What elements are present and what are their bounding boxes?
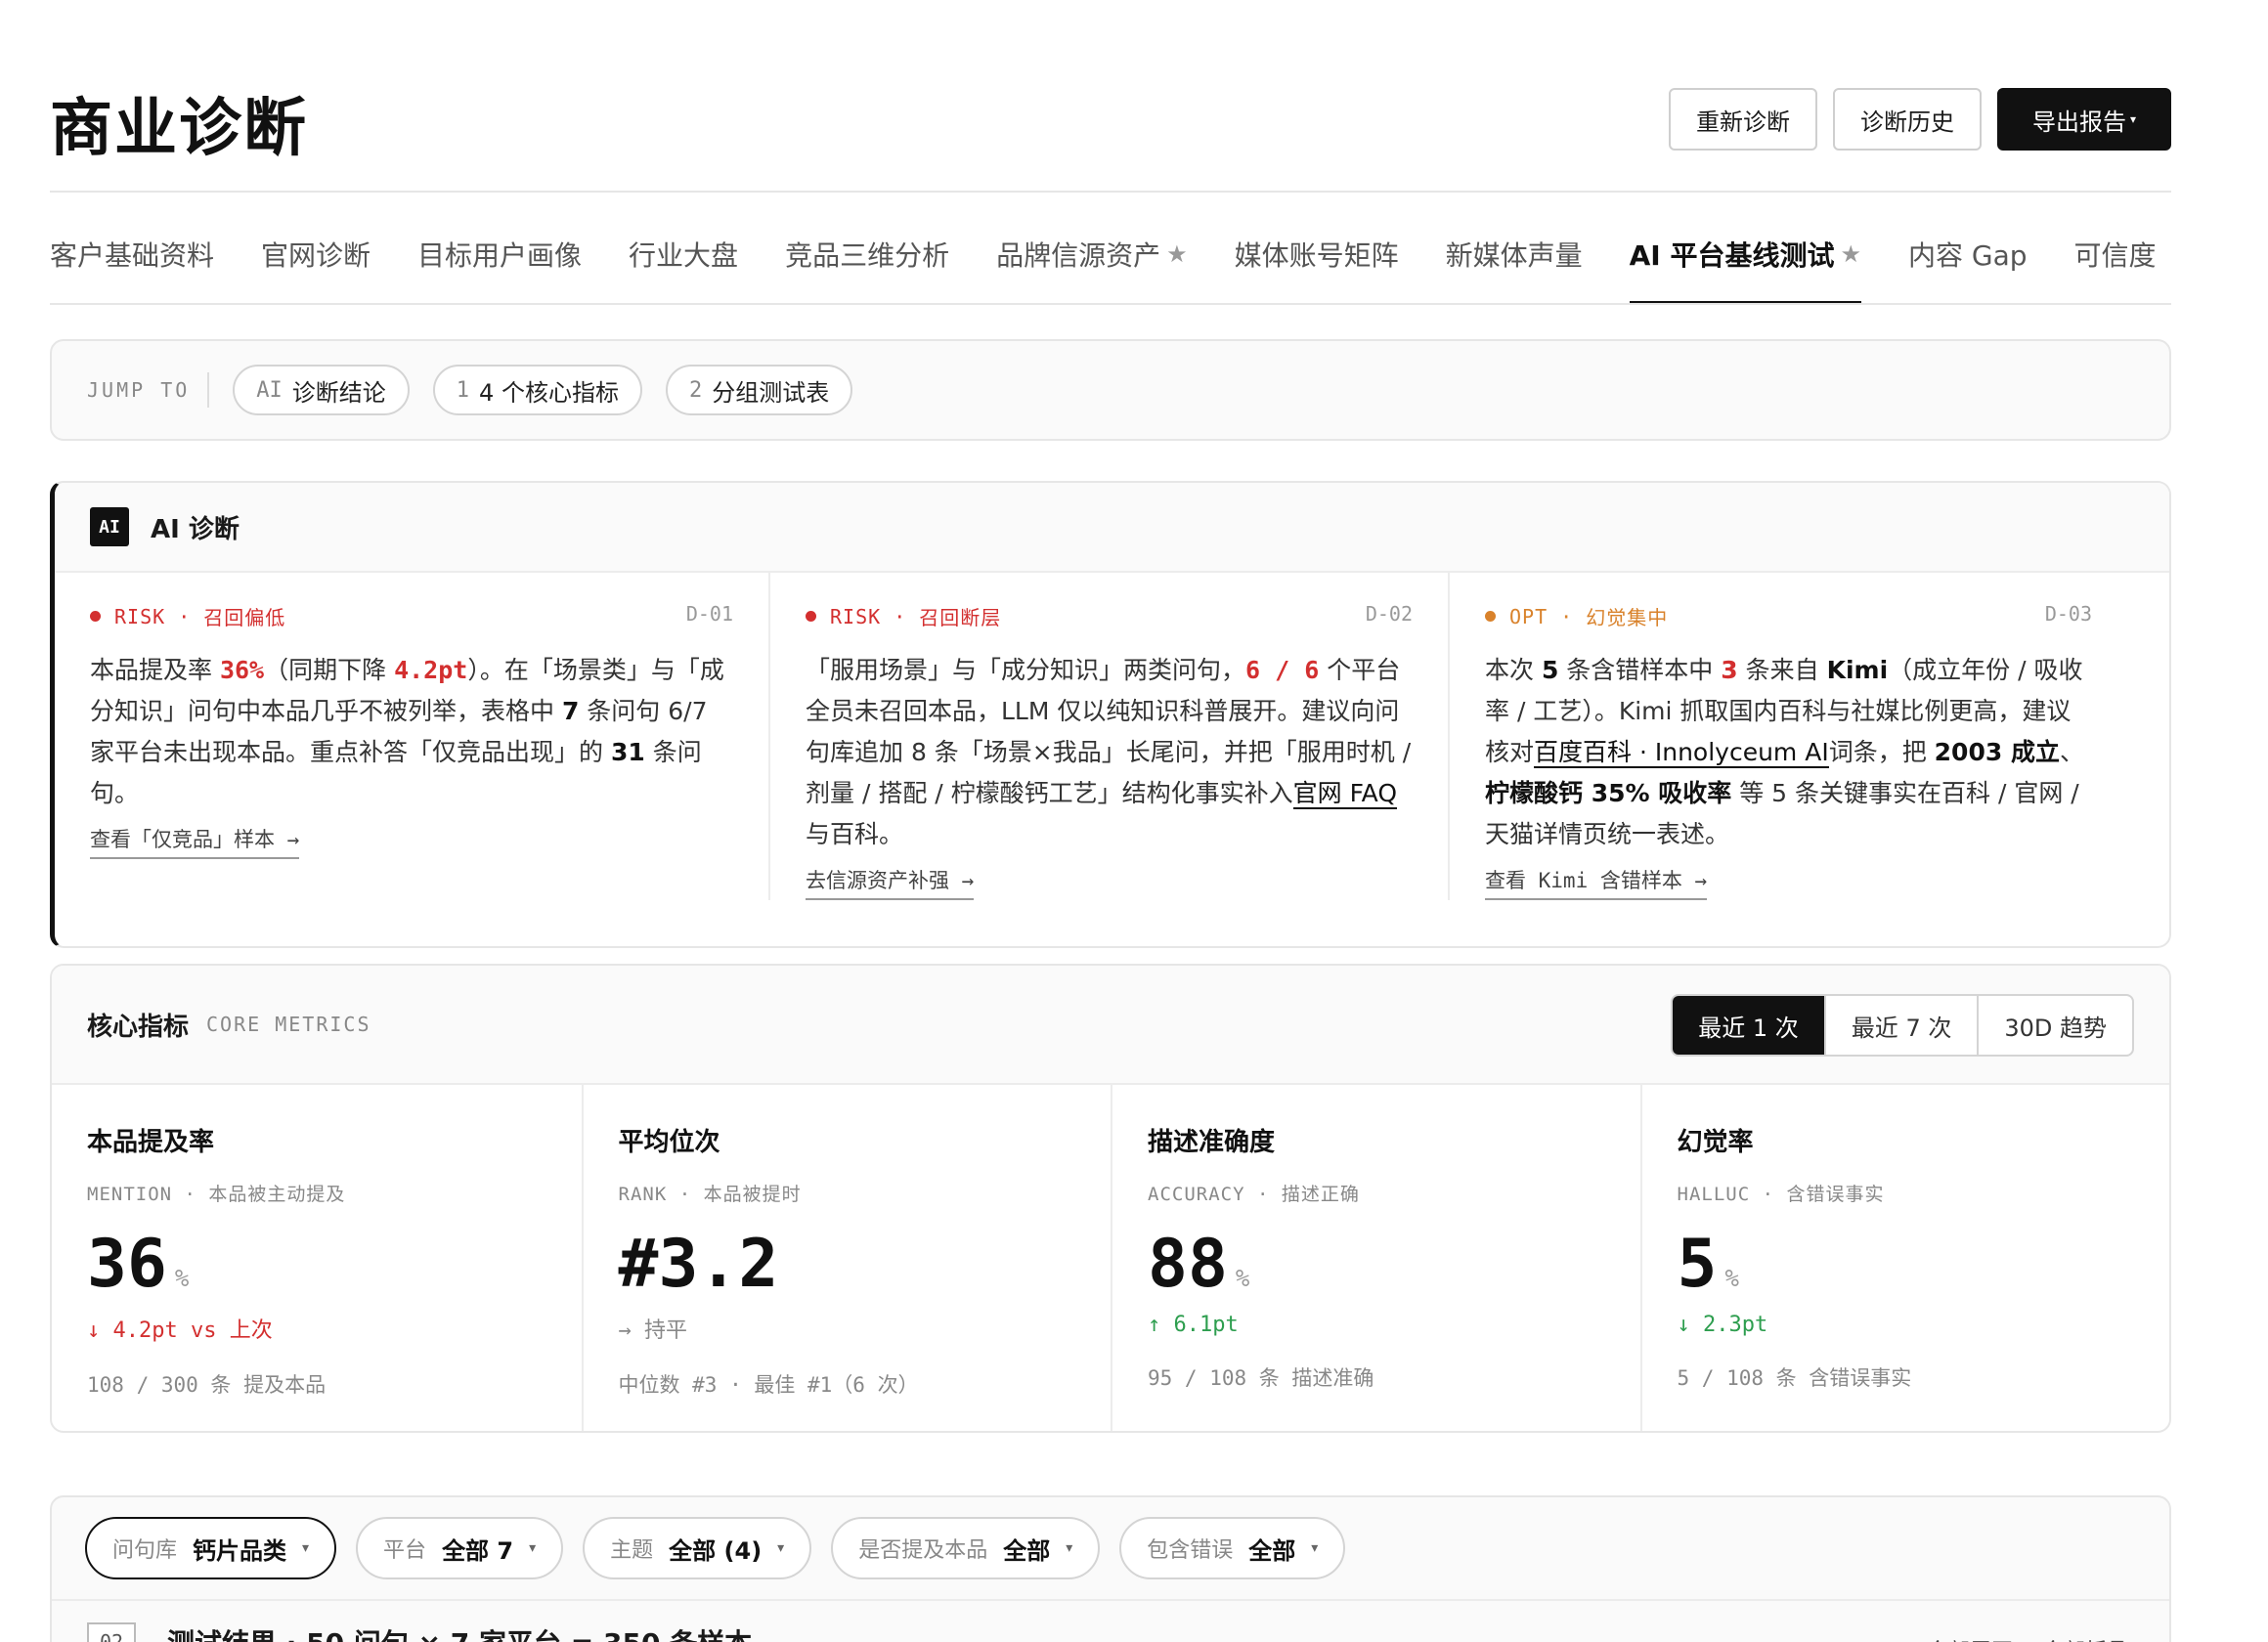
risk-tag: RISK · 召回偏低 [90, 602, 733, 630]
filter-row: 问句库 钙片品类 ▾ 平台 全部 7 ▾ 主题 全部 (4) ▾ 是否提及本品 全部 ▾ 包含错… [52, 1497, 2169, 1579]
metric-rank: 平均位次 RANK · 本品被提时 #3.2 → 持平 中位数 #3 · 最佳 … [581, 1085, 1112, 1431]
ai-badge-icon: AI [90, 507, 129, 546]
dot-icon [1485, 611, 1496, 622]
core-metrics-header: 核心指标 CORE METRICS 最近 1 次 最近 7 次 30D 趋势 [52, 966, 2169, 1085]
results-actions: 全部展开 全部折叠 [1927, 1634, 2128, 1642]
diagnosis-text: 「服用场景」与「成分知识」两类问句，6 / 6 个平台全员未召回本品，LLM 仅… [806, 656, 1412, 848]
page-title: 商业诊断 [50, 93, 308, 165]
risk-tag: RISK · 召回断层 [806, 602, 1413, 630]
chevron-down-icon: ▾ [2129, 112, 2136, 126]
export-label: 导出报告 [2031, 108, 2126, 136]
tab-competitor[interactable]: 竞品三维分析 [762, 205, 973, 303]
time-range-toggle: 最近 1 次 最近 7 次 30D 趋势 [1671, 994, 2134, 1057]
header-actions: 重新诊断 诊断历史 导出报告 ▾ [1668, 88, 2171, 151]
metric-mention: 本品提及率 MENTION · 本品被主动提及 36% ↓ 4.2pt vs 上… [87, 1128, 346, 1397]
filter-contains-error[interactable]: 包含错误 全部 ▾ [1119, 1517, 1346, 1579]
metric-accuracy: 描述准确度 ACCURACY · 描述正确 88% ↑ 6.1pt 95 / 1… [1111, 1085, 1640, 1431]
dot-icon [90, 611, 101, 622]
divider [52, 1599, 2169, 1601]
view-competitor-samples-link[interactable]: 查看「仅竞品」样本 → [90, 824, 300, 859]
dot-icon [806, 611, 816, 622]
tab-brand-sources[interactable]: 品牌信源资产 ★ [973, 205, 1211, 303]
core-metrics-subtitle: CORE METRICS [206, 1013, 371, 1036]
faq-link[interactable]: 官网 FAQ [1292, 779, 1398, 809]
diagnosis-text: 本次 5 条含错样本中 3 条来自 Kimi（成立年份 / 吸收率 / 工艺）。… [1485, 656, 2084, 848]
export-report-button[interactable]: 导出报告 ▾ [1996, 88, 2171, 151]
results-title: 测试结果 · 50 问句 × 7 家平台 = 350 条样本 [167, 1622, 752, 1642]
chevron-down-icon: ▾ [777, 1540, 785, 1556]
jump-chip-ai[interactable]: AI 诊断结论 [233, 365, 410, 415]
kimi-error-samples-link[interactable]: 查看 Kimi 含错样本 → [1485, 865, 1708, 900]
history-button[interactable]: 诊断历史 [1832, 88, 1982, 151]
jump-chip-metrics[interactable]: 14 个核心指标 [432, 365, 642, 415]
star-icon: ★ [1166, 240, 1188, 268]
diagnosis-item: OPT · 幻觉集中 D-03 本次 5 条含错样本中 3 条来自 Kimi（成… [1448, 573, 2127, 900]
range-30d-trend[interactable]: 30D 趋势 [1977, 996, 2132, 1055]
range-last-7[interactable]: 最近 7 次 [1823, 996, 1978, 1055]
module-tabs: 客户基础资料 官网诊断 目标用户画像 行业大盘 竞品三维分析 品牌信源资产 ★ 媒… [50, 205, 2171, 305]
diagnosis-id: D-03 [2044, 602, 2092, 626]
range-last-1[interactable]: 最近 1 次 [1673, 996, 1824, 1055]
tab-website-diagnosis[interactable]: 官网诊断 [238, 205, 394, 303]
page-header: 商业诊断 重新诊断 诊断历史 导出报告 ▾ [50, 70, 2171, 193]
filter-mentioned[interactable]: 是否提及本品 全部 ▾ [831, 1517, 1101, 1579]
star-icon: ★ [1840, 240, 1861, 268]
diagnosis-item: RISK · 召回断层 D-02 「服用场景」与「成分知识」两类问句，6 / 6… [768, 573, 1448, 900]
baike-link[interactable]: 百度百科 · Innolyceum AI [1534, 738, 1829, 768]
ai-diagnosis-card: AI AI 诊断 RISK · 召回偏低 D-01 本品提及率 36%（同期下降… [50, 481, 2171, 948]
tab-content-gap[interactable]: 内容 Gap [1885, 205, 2051, 303]
filter-platform[interactable]: 平台 全部 7 ▾ [356, 1517, 564, 1579]
opt-tag: OPT · 幻觉集中 [1485, 602, 2092, 630]
diagnosis-id: D-01 [685, 602, 733, 626]
jump-label: JUMP TO [87, 372, 210, 408]
tab-industry[interactable]: 行业大盘 [605, 205, 762, 303]
chevron-down-icon: ▾ [529, 1540, 537, 1556]
core-metrics-card: 核心指标 CORE METRICS 最近 1 次 最近 7 次 30D 趋势 本… [50, 964, 2171, 1433]
expand-all-button[interactable]: 全部展开 [1927, 1634, 2013, 1642]
section-number: 02 [87, 1622, 136, 1642]
ai-diagnosis-title: AI 诊断 [151, 514, 240, 544]
filter-topic[interactable]: 主题 全部 (4) ▾ [583, 1517, 812, 1579]
collapse-all-button[interactable]: 全部折叠 [2042, 1634, 2128, 1642]
diagnosis-text: 本品提及率 36%（同期下降 4.2pt）。在「场景类」与「成分知识」问句中本品… [90, 656, 724, 807]
tab-credibility[interactable]: 可信度 [2051, 205, 2171, 303]
diagnosis-id: D-02 [1365, 602, 1413, 626]
tab-target-persona[interactable]: 目标用户画像 [394, 205, 605, 303]
jump-bar: JUMP TO AI 诊断结论 14 个核心指标 2 分组测试表 [50, 339, 2171, 441]
source-assets-link[interactable]: 去信源资产补强 → [806, 865, 975, 900]
core-metrics-title: 核心指标 [87, 1012, 190, 1042]
rediagnose-button[interactable]: 重新诊断 [1668, 88, 1817, 151]
chevron-down-icon: ▾ [1311, 1540, 1319, 1556]
filter-question-bank[interactable]: 问句库 钙片品类 ▾ [85, 1517, 337, 1579]
tab-customer-profile[interactable]: 客户基础资料 [50, 205, 238, 303]
jump-chip-table[interactable]: 2 分组测试表 [665, 365, 853, 415]
tab-ai-baseline[interactable]: AI 平台基线测试 ★ [1606, 205, 1885, 303]
results-header: 02 测试结果 · 50 问句 × 7 家平台 = 350 条样本 全部展开 全… [87, 1622, 2140, 1642]
chevron-down-icon: ▾ [302, 1540, 310, 1556]
chevron-down-icon: ▾ [1066, 1540, 1073, 1556]
tab-new-media-volume[interactable]: 新媒体声量 [1422, 205, 1606, 303]
ai-diagnosis-header: AI AI 诊断 [55, 483, 2169, 573]
filter-card: 问句库 钙片品类 ▾ 平台 全部 7 ▾ 主题 全部 (4) ▾ 是否提及本品 全部 ▾ 包含错… [50, 1495, 2171, 1642]
diagnosis-item: RISK · 召回偏低 D-01 本品提及率 36%（同期下降 4.2pt）。在… [55, 573, 768, 900]
tab-media-accounts[interactable]: 媒体账号矩阵 [1211, 205, 1422, 303]
metric-hallucination: 幻觉率 HALLUC · 含错误事实 5% ↓ 2.3pt 5 / 108 条 … [1639, 1085, 2170, 1431]
